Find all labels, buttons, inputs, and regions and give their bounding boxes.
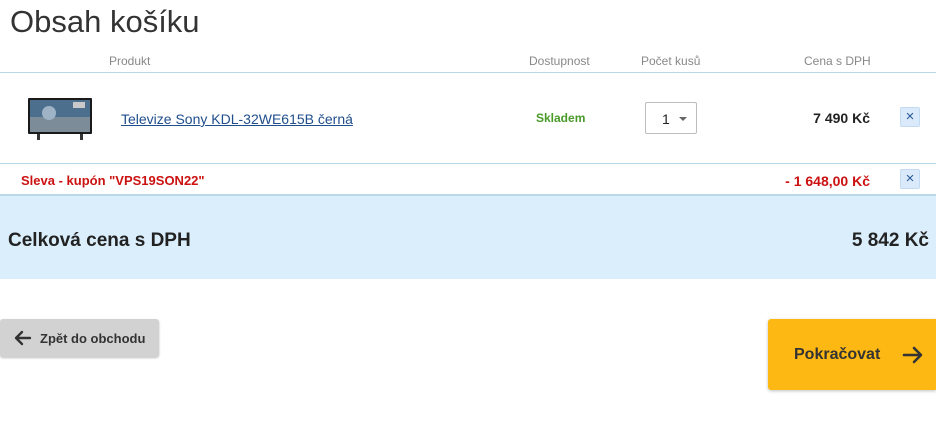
column-header-price: Cena s DPH bbox=[804, 54, 871, 68]
cart-item-row: Televize Sony KDL-32WE615B černá Skladem… bbox=[0, 73, 936, 163]
discount-label: Sleva - kupón "VPS19SON22" bbox=[21, 173, 205, 188]
back-to-shop-button[interactable]: Zpět do obchodu bbox=[0, 319, 159, 357]
close-icon: × bbox=[905, 170, 915, 187]
remove-discount-button[interactable]: × bbox=[900, 169, 920, 189]
quantity-select[interactable]: 1 bbox=[645, 102, 697, 134]
availability-status: Skladem bbox=[536, 111, 586, 125]
continue-button-label: Pokračovat bbox=[794, 346, 881, 363]
product-link[interactable]: Televize Sony KDL-32WE615B černá bbox=[121, 111, 353, 127]
close-icon: × bbox=[905, 108, 915, 125]
arrow-left-icon bbox=[14, 330, 32, 346]
discount-row: Sleva - kupón "VPS19SON22" - 1 648,00 Kč… bbox=[0, 164, 936, 194]
total-value: 5 842 Kč bbox=[851, 230, 929, 251]
total-label: Celková cena s DPH bbox=[8, 230, 191, 251]
tv-icon[interactable] bbox=[27, 97, 93, 141]
item-price: 7 490 Kč bbox=[813, 110, 870, 126]
chevron-down-icon bbox=[679, 117, 687, 121]
column-header-product: Produkt bbox=[109, 54, 151, 68]
discount-amount: - 1 648,00 Kč bbox=[785, 173, 870, 189]
arrow-right-icon bbox=[902, 346, 923, 364]
column-header-quantity: Počet kusů bbox=[641, 54, 701, 68]
total-summary: Celková cena s DPH 5 842 Kč bbox=[0, 196, 936, 279]
column-header-availability: Dostupnost bbox=[529, 54, 590, 68]
back-button-label: Zpět do obchodu bbox=[40, 331, 146, 346]
quantity-value: 1 bbox=[662, 111, 670, 127]
page-title: Obsah košíku bbox=[10, 4, 200, 39]
continue-button[interactable]: Pokračovat bbox=[768, 319, 936, 390]
remove-item-button[interactable]: × bbox=[900, 107, 920, 127]
